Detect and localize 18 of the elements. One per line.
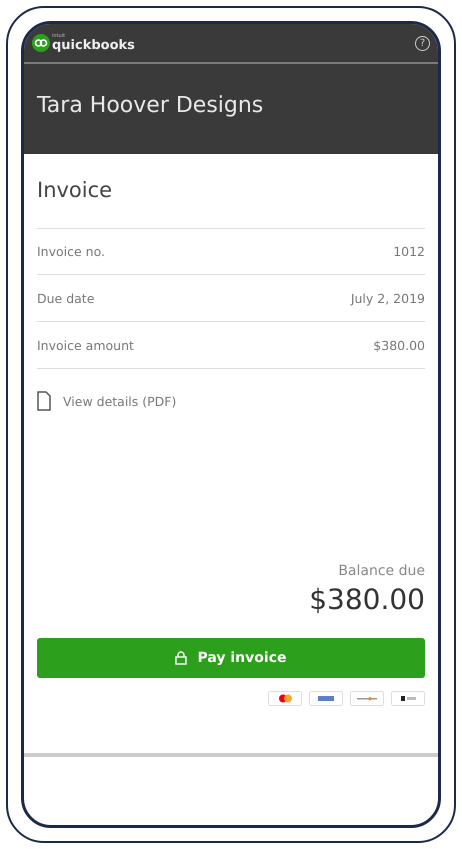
brand-name: quickbooks <box>52 39 135 52</box>
mastercard-icon <box>268 691 302 706</box>
invoice-heading: Invoice <box>37 178 114 202</box>
field-label: Due date <box>37 290 94 306</box>
lock-icon <box>175 651 188 665</box>
pay-invoice-button[interactable]: Pay invoice <box>37 638 425 678</box>
field-label: Invoice no. <box>37 244 105 259</box>
field-label: Invoice amount <box>37 338 134 352</box>
view-details-link[interactable]: View details (PDF) <box>63 394 176 408</box>
field-value: July 2, 2019 <box>350 290 425 306</box>
company-name: Tara Hoover Designs <box>36 92 264 120</box>
balance-label: Balance due <box>338 563 425 579</box>
logo-icon <box>32 34 50 52</box>
field-value: $380.00 <box>373 338 425 352</box>
field-value: 1012 <box>393 244 425 259</box>
document-icon <box>37 391 51 411</box>
help-icon[interactable]: ? <box>415 36 430 50</box>
balance-amount: $380.00 <box>309 583 425 616</box>
